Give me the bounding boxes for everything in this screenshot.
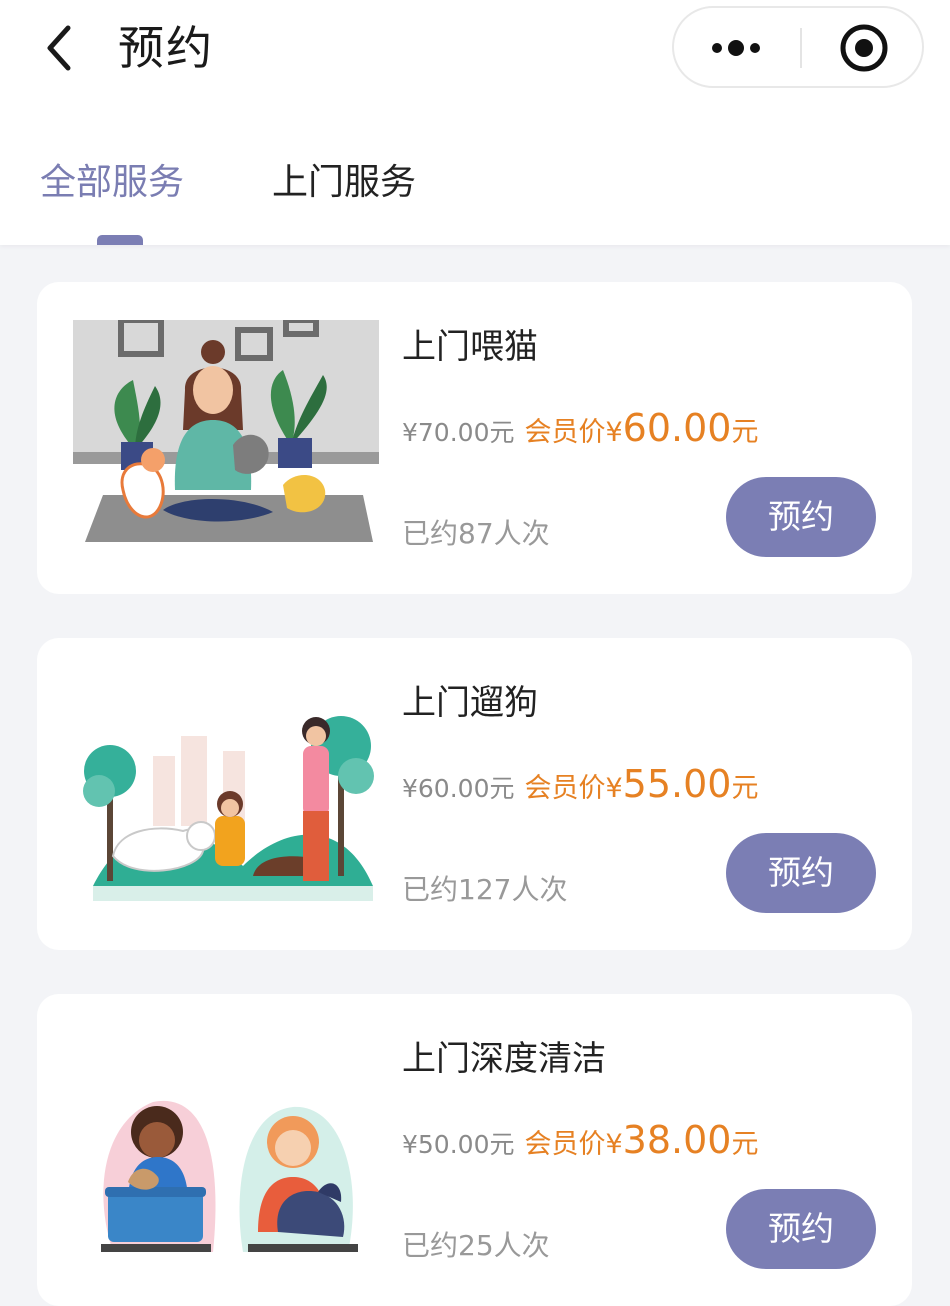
member-price-unit: 元 [731,417,759,448]
back-button[interactable] [38,20,84,76]
member-price-unit: 元 [731,773,759,804]
member-price-unit: 元 [731,1129,759,1160]
mini-program-capsule [672,6,924,88]
tab-home-services[interactable]: 上门服务 [272,158,416,208]
service-card[interactable]: 上门遛狗 ¥60.00元 会员价¥55.00元 已约127人次 预约 [37,638,912,950]
member-price-label: 会员价¥ [524,773,623,804]
pet-grooming-illustration [73,1032,379,1264]
member-price: 55.00 [622,762,732,806]
service-name: 上门遛狗 [402,683,538,723]
original-price: ¥50.00元 [402,1130,515,1159]
book-button[interactable]: 预约 [726,833,876,913]
close-target-icon [840,24,888,72]
original-price: ¥60.00元 [402,774,515,803]
service-name: 上门深度清洁 [402,1039,606,1079]
price-row: ¥70.00元 会员价¥60.00元 [402,406,758,456]
member-price: 38.00 [622,1118,732,1162]
active-tab-indicator [97,235,143,245]
service-card[interactable]: 上门喂猫 ¥70.00元 会员价¥60.00元 已约87人次 预约 [37,282,912,594]
price-row: ¥50.00元 会员价¥38.00元 [402,1118,758,1168]
book-button[interactable]: 预约 [726,1189,876,1269]
dog-walking-illustration [73,676,379,908]
cat-feeding-illustration [73,320,379,552]
member-price-label: 会员价¥ [524,417,623,448]
booked-count: 已约127人次 [402,873,568,906]
book-button[interactable]: 预约 [726,477,876,557]
booked-count: 已约25人次 [402,1229,550,1262]
member-price-label: 会员价¥ [524,1129,623,1160]
original-price: ¥70.00元 [402,418,515,447]
member-price: 60.00 [622,406,732,450]
price-row: ¥60.00元 会员价¥55.00元 [402,762,758,812]
more-button[interactable] [674,8,800,86]
close-button[interactable] [802,8,924,86]
chevron-left-icon [47,25,71,71]
more-dots-icon [712,40,760,56]
top-bar: 预约 全部服务 上门服务 [0,0,950,245]
booked-count: 已约87人次 [402,517,550,550]
page-title: 预约 [118,21,214,75]
service-name: 上门喂猫 [402,327,538,367]
service-card[interactable]: 上门深度清洁 ¥50.00元 会员价¥38.00元 已约25人次 预约 [37,994,912,1306]
tab-all-services[interactable]: 全部服务 [40,158,184,208]
